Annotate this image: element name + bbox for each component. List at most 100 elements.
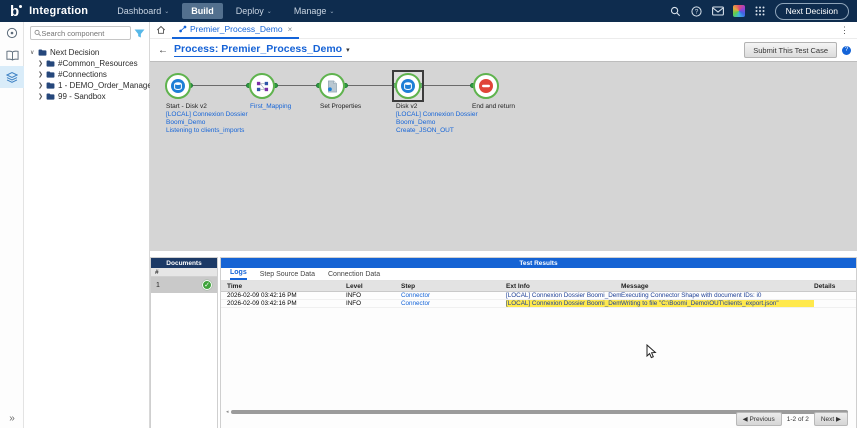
col-ext-info: Ext Info — [506, 283, 621, 290]
title-actions: Submit This Test Case ? — [744, 42, 851, 58]
success-check-icon: ✓ — [202, 280, 212, 290]
stop-icon — [479, 79, 493, 93]
disk-connector-icon — [401, 79, 415, 93]
search-icon[interactable] — [670, 5, 682, 17]
documents-panel-title: Documents — [151, 258, 217, 268]
tree-item-label: #Common_Resources — [58, 59, 138, 68]
title-caret-icon[interactable]: ▾ — [346, 46, 350, 54]
component-search-row — [24, 22, 149, 43]
tab-bar: Premier_Process_Demo × ⋮ — [150, 22, 857, 39]
nav-deploy-label: Deploy — [236, 6, 264, 16]
document-row[interactable]: 1 ✓ — [151, 277, 217, 293]
user-avatar[interactable] — [733, 5, 745, 17]
tree-item-label: #Connections — [58, 70, 107, 79]
back-icon[interactable]: ← — [158, 45, 168, 56]
shape-connection[interactable]: [LOCAL] Connexion Dossier — [396, 111, 478, 119]
home-icon[interactable] — [150, 25, 172, 35]
tab-step-source-data[interactable]: Step Source Data — [260, 271, 315, 280]
shape-disk-v2[interactable] — [395, 73, 421, 99]
close-icon[interactable]: × — [288, 25, 293, 34]
nav-build-label: Build — [191, 6, 214, 16]
col-level: Level — [346, 283, 401, 290]
shape-name[interactable]: First_Mapping — [250, 103, 291, 111]
log-row[interactable]: 2026-02-09 03:42:16 PM INFO Connector [L… — [221, 292, 856, 300]
tab-overflow-menu-icon[interactable]: ⋮ — [840, 25, 849, 36]
nav-dashboard[interactable]: Dashboard⌄ — [108, 3, 178, 19]
filter-funnel-icon[interactable] — [134, 29, 145, 38]
workspace-header: Premier_Process_Demo × ⋮ ← Process: Prem… — [150, 22, 857, 61]
shape-first-mapping[interactable] — [249, 73, 275, 99]
nav-build[interactable]: Build — [182, 3, 223, 19]
log-table-header: Time Level Step Ext Info Message Details — [221, 281, 856, 292]
shape-set-properties[interactable] — [319, 73, 345, 99]
col-message: Message — [621, 283, 814, 290]
map-icon — [256, 80, 269, 93]
chevron-down-icon: ⌄ — [267, 8, 272, 15]
previous-page-button[interactable]: ◀ Previous — [736, 412, 782, 426]
page-title[interactable]: Process: Premier_Process_Demo — [174, 43, 342, 57]
tree-item-common-resources[interactable]: ❯ #Common_Resources — [24, 58, 149, 69]
process-title-row: ← Process: Premier_Process_Demo ▾ Submit… — [150, 39, 857, 61]
log-step-link[interactable]: Connector — [401, 300, 506, 307]
submit-test-case-button[interactable]: Submit This Test Case — [744, 42, 837, 58]
canvas-help-icon[interactable]: ? — [842, 46, 851, 55]
component-tree: ∨ Next Decision ❯ #Common_Resources ❯ #C… — [24, 47, 149, 102]
boomi-logo[interactable]: b — [10, 4, 19, 19]
app-window: b Integration Dashboard⌄ Build Deploy⌄ M… — [0, 0, 857, 428]
tree-item-demo-order-management[interactable]: ❯ 1 - DEMO_Order_Management — [24, 80, 149, 91]
tab-connection-data[interactable]: Connection Data — [328, 271, 380, 280]
documents-panel: Documents # 1 ✓ — [150, 257, 218, 428]
nav-manage[interactable]: Manage⌄ — [285, 3, 344, 19]
next-label: Next — [821, 416, 834, 423]
shape-operation[interactable]: Boomi_Demo — [166, 119, 248, 127]
shape-end-and-return[interactable] — [473, 73, 499, 99]
shape-action[interactable]: Listening to clients_imports — [166, 127, 248, 135]
tree-item-sandbox[interactable]: ❯ 99 - Sandbox — [24, 91, 149, 102]
product-name: Integration — [29, 5, 88, 17]
book-icon[interactable] — [0, 44, 24, 66]
prev-arrow-icon: ◀ — [743, 416, 748, 423]
search-icon — [34, 29, 41, 37]
tree-root-label: Next Decision — [50, 48, 99, 57]
log-ext-info-highlighted: [LOCAL] Connexion Dossier Boomi_Demo; di… — [506, 300, 621, 307]
mail-icon[interactable] — [712, 5, 724, 17]
next-page-button[interactable]: Next ▶ — [814, 412, 848, 426]
document-properties-icon — [326, 80, 338, 93]
component-search[interactable] — [30, 26, 131, 40]
folder-icon — [46, 71, 55, 78]
tree-item-connections[interactable]: ❯ #Connections — [24, 69, 149, 80]
shape-action[interactable]: Create_JSON_OUT — [396, 127, 478, 135]
search-input[interactable] — [41, 29, 127, 38]
topbar-actions: ? Next Decision — [670, 3, 849, 20]
nav-dashboard-label: Dashboard — [117, 6, 161, 16]
folder-icon — [46, 82, 55, 89]
chevron-down-icon: ⌄ — [164, 8, 169, 15]
shape-connection[interactable]: [LOCAL] Connexion Dossier — [166, 111, 248, 119]
shape-name: Disk v2 — [396, 103, 478, 111]
col-step: Step — [401, 283, 506, 290]
layers-icon[interactable] — [0, 66, 24, 88]
tree-root-next-decision[interactable]: ∨ Next Decision — [24, 47, 149, 58]
tab-premier-process-demo[interactable]: Premier_Process_Demo × — [172, 22, 299, 39]
scroll-left-icon[interactable]: ◂ — [226, 409, 229, 415]
chevron-down-icon: ⌄ — [329, 8, 334, 15]
next-arrow-icon: ▶ — [836, 416, 841, 423]
nav-deploy[interactable]: Deploy⌄ — [227, 3, 281, 19]
process-canvas[interactable]: Start - Disk v2 [LOCAL] Connexion Dossie… — [150, 61, 857, 251]
tab-logs[interactable]: Logs — [230, 269, 247, 280]
log-step-link[interactable]: Connector — [401, 292, 506, 299]
log-ext-info: [LOCAL] Connexion Dossier Boomi_Demo; di… — [506, 292, 621, 299]
log-row[interactable]: 2026-02-09 03:42:16 PM INFO Connector [L… — [221, 300, 856, 308]
shape-name: End and return — [472, 103, 515, 111]
expand-panel-icon[interactable]: » — [0, 413, 24, 424]
shape-start-disk[interactable] — [165, 73, 191, 99]
help-icon[interactable]: ? — [691, 5, 703, 17]
shape-operation[interactable]: Boomi_Demo — [396, 119, 478, 127]
next-decision-button[interactable]: Next Decision — [775, 3, 849, 20]
waffle-menu-icon[interactable] — [754, 5, 766, 17]
svg-text:?: ? — [695, 8, 699, 15]
shape-name: Start - Disk v2 — [166, 103, 248, 111]
target-icon[interactable] — [0, 22, 24, 44]
log-level: INFO — [346, 300, 401, 307]
chevron-collapsed-icon: ❯ — [38, 60, 43, 67]
